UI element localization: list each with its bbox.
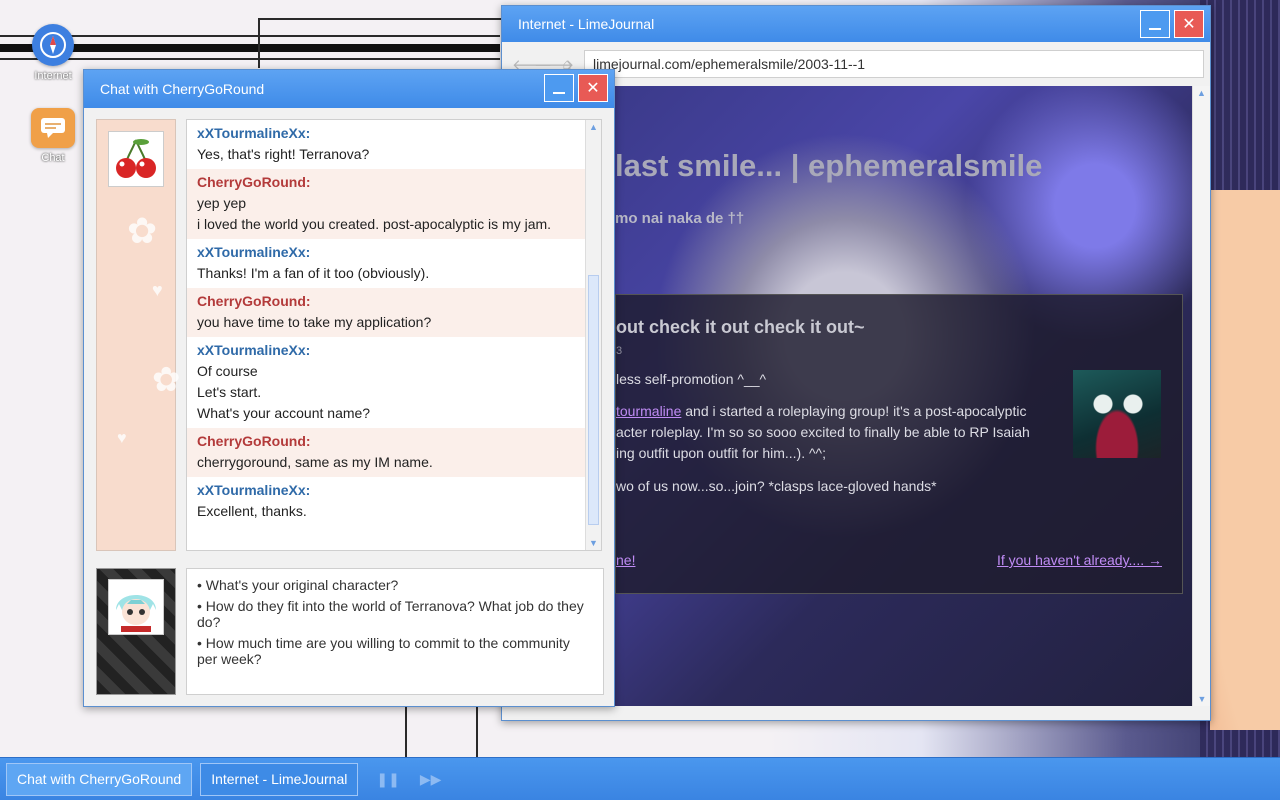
minimize-icon bbox=[553, 92, 565, 94]
chat-message: xXTourmalineXx: Of course Let's start. What… bbox=[187, 337, 601, 428]
close-button[interactable]: ✕ bbox=[578, 74, 608, 102]
cherry-icon bbox=[116, 139, 156, 178]
chat-titlebar[interactable]: Chat with CherryGoRound ✕ bbox=[84, 70, 614, 108]
post-text: wo of us now...so...join? *clasps lace-g… bbox=[616, 478, 937, 494]
chat-window: Chat with CherryGoRound ✕ ✿ ♥ ✿ ♥ xXTour… bbox=[83, 69, 615, 707]
blog-subtitle: mo nai naka de †† bbox=[615, 210, 745, 227]
message-text: cherrygoround, same as my IM name. bbox=[197, 454, 433, 470]
chat-message: xXTourmalineXx: Thanks! I'm a fan of it t… bbox=[187, 239, 601, 288]
browser-titlebar[interactable]: Internet - LimeJournal ✕ bbox=[502, 6, 1210, 42]
blog-title: last smile... | ephemeralsmile bbox=[615, 148, 1043, 183]
heart-icon: ♥ bbox=[117, 430, 127, 447]
flower-icon: ✿ bbox=[127, 210, 158, 251]
message-text: Yes, that's right! Terranova? bbox=[197, 146, 370, 162]
buddy-panel: ✿ ♥ ✿ ♥ bbox=[96, 119, 181, 551]
flower-icon: ✿ bbox=[152, 361, 181, 399]
post-title: out check it out check it out~ bbox=[616, 317, 865, 337]
desktop-icon-chat[interactable]: Chat bbox=[21, 108, 85, 164]
wallpaper-stripe bbox=[476, 705, 478, 760]
desktop-icon-internet[interactable]: Internet bbox=[21, 24, 85, 82]
wallpaper-stripe bbox=[258, 18, 502, 20]
wallpaper-stripe bbox=[258, 18, 260, 68]
close-icon: ✕ bbox=[586, 80, 600, 97]
draft-line: • How much time are you willing to commi… bbox=[197, 635, 570, 667]
message-sender: xXTourmalineXx: bbox=[197, 125, 311, 141]
chat-scrollbar[interactable]: ▲ ▼ bbox=[585, 120, 601, 550]
post-text: tourmaline and i started a roleplaying g… bbox=[616, 403, 1026, 419]
message-sender: xXTourmalineXx: bbox=[197, 482, 311, 498]
post-text: less self-promotion ^__^ bbox=[616, 371, 767, 387]
read-more-link[interactable]: If you haven't already.... → bbox=[997, 552, 1162, 568]
scroll-up-arrow-icon[interactable]: ▲ bbox=[1193, 86, 1210, 100]
pause-icon[interactable]: ❚❚ bbox=[376, 771, 399, 788]
url-text: limejournal.com/ephemeralsmile/2003-11--… bbox=[593, 56, 866, 72]
message-text: What's your account name? bbox=[197, 405, 371, 421]
post-text: acter roleplay. I'm so so sooo excited t… bbox=[616, 424, 1030, 440]
scroll-thumb[interactable] bbox=[588, 275, 599, 525]
web-page: last smile... | ephemeralsmile mo nai na… bbox=[615, 86, 1193, 706]
message-sender: xXTourmalineXx: bbox=[197, 244, 311, 260]
speech-bubble-icon bbox=[31, 108, 75, 148]
message-sender: CherryGoRound: bbox=[197, 174, 311, 190]
message-text: i loved the world you created. post-apoc… bbox=[197, 216, 552, 232]
taskbar-item-label: Chat with CherryGoRound bbox=[17, 771, 182, 787]
message-text: Let's start. bbox=[197, 384, 262, 400]
blog-post: out check it out check it out~ 3 less se… bbox=[615, 294, 1183, 594]
scroll-down-arrow-icon[interactable]: ▼ bbox=[586, 536, 601, 550]
message-text: you have time to take my application? bbox=[197, 314, 432, 330]
close-icon: ✕ bbox=[1182, 16, 1196, 33]
compass-icon bbox=[32, 24, 74, 66]
anime-character-icon bbox=[116, 595, 156, 632]
taskbar-item-label: Internet - LimeJournal bbox=[211, 771, 348, 787]
message-list: xXTourmalineXx: Yes, that's right! Terran… bbox=[187, 120, 601, 526]
message-text: Thanks! I'm a fan of it too (obviously). bbox=[197, 265, 430, 281]
window-title: Internet - LimeJournal bbox=[518, 16, 655, 32]
minimize-button[interactable] bbox=[1140, 10, 1170, 38]
scroll-down-arrow-icon[interactable]: ▼ bbox=[1193, 692, 1211, 706]
post-text-fragment: and i started a roleplaying group! it's … bbox=[681, 403, 1027, 419]
fast-forward-icon[interactable]: ▶▶ bbox=[420, 771, 442, 788]
draft-line: • How do they fit into the world of Terr… bbox=[197, 598, 584, 630]
chat-message: CherryGoRound: cherrygoround, same as my … bbox=[187, 428, 601, 477]
desktop-icon-label: Chat bbox=[41, 152, 65, 164]
heart-icon: ♥ bbox=[152, 280, 163, 300]
my-avatar bbox=[108, 579, 164, 635]
chat-message: xXTourmalineXx: Yes, that's right! Terran… bbox=[187, 120, 601, 169]
taskbar: Chat with CherryGoRound Internet - LimeJ… bbox=[0, 757, 1280, 800]
scroll-up-arrow-icon[interactable]: ▲ bbox=[586, 120, 601, 134]
message-text: Of course bbox=[197, 363, 258, 379]
user-link[interactable]: tourmaline bbox=[616, 403, 681, 419]
minimize-button[interactable] bbox=[544, 74, 574, 102]
post-date: 3 bbox=[616, 345, 623, 357]
desktop-icon-label: Internet bbox=[34, 70, 72, 82]
message-text: yep yep bbox=[197, 195, 247, 211]
post-image[interactable] bbox=[1073, 370, 1161, 458]
wallpaper-stripe bbox=[405, 705, 407, 760]
address-bar[interactable]: limejournal.com/ephemeralsmile/2003-11--… bbox=[584, 50, 1204, 78]
message-input[interactable]: • What's your original character? • How … bbox=[186, 568, 604, 695]
close-button[interactable]: ✕ bbox=[1174, 10, 1204, 38]
draft-line: • What's your original character? bbox=[197, 577, 399, 593]
chat-message: CherryGoRound: yep yep i loved the world y… bbox=[187, 169, 601, 239]
taskbar-item-internet[interactable]: Internet - LimeJournal bbox=[200, 762, 359, 796]
post-text: ing outfit upon outfit for him...). ^^; bbox=[616, 445, 827, 461]
minimize-icon bbox=[1149, 28, 1161, 30]
chat-message: xXTourmalineXx: Excellent, thanks. bbox=[187, 477, 601, 526]
page-scrollbar[interactable]: ▲ ▼ bbox=[1192, 86, 1210, 706]
message-sender: xXTourmalineXx: bbox=[197, 342, 311, 358]
taskbar-item-chat[interactable]: Chat with CherryGoRound bbox=[6, 762, 193, 796]
message-sender: CherryGoRound: bbox=[197, 293, 311, 309]
wallpaper-art bbox=[1210, 190, 1280, 730]
buddy-avatar bbox=[108, 131, 164, 187]
chat-message: CherryGoRound: you have time to take my a… bbox=[187, 288, 601, 337]
message-sender: CherryGoRound: bbox=[197, 433, 311, 449]
message-history: xXTourmalineXx: Yes, that's right! Terran… bbox=[186, 119, 602, 551]
my-avatar-panel bbox=[96, 568, 176, 695]
post-footer-link[interactable]: ne! bbox=[616, 552, 635, 568]
message-text: Excellent, thanks. bbox=[197, 503, 307, 519]
window-title: Chat with CherryGoRound bbox=[100, 81, 265, 97]
